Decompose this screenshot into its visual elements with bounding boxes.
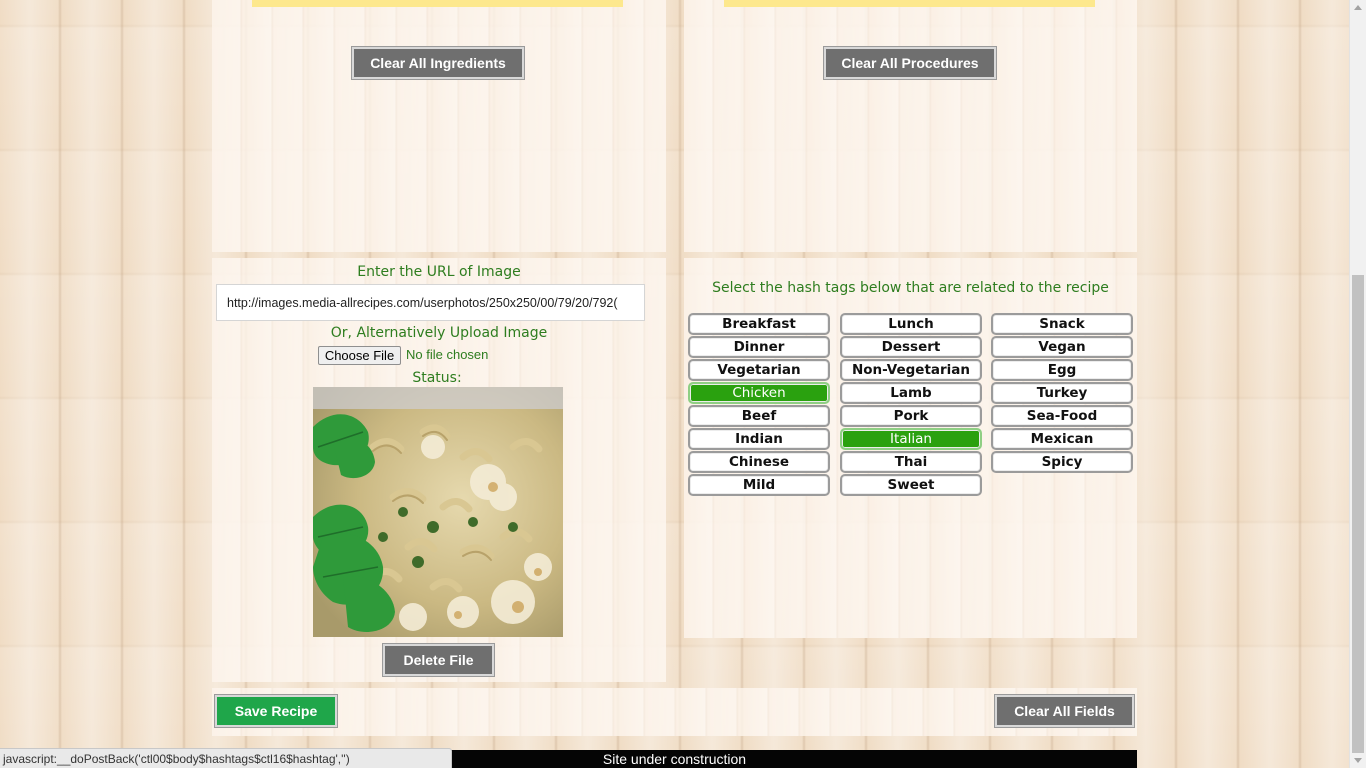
no-file-text: No file chosen [406,347,489,362]
clear-ingredients-button[interactable]: Clear All Ingredients [352,47,524,79]
tag-pork[interactable]: Pork [840,405,982,427]
tag-sweet[interactable]: Sweet [840,474,982,496]
tag-turkey[interactable]: Turkey [991,382,1133,404]
browser-status-url: javascript:__doPostBack('ctl00$body$hash… [0,748,452,768]
procedures-list-edge [724,0,1095,7]
choose-file-button[interactable]: Choose File [318,346,401,365]
tag-indian[interactable]: Indian [688,428,830,450]
recipe-photo-art [313,387,563,637]
tag-lunch[interactable]: Lunch [840,313,982,335]
tag-thai[interactable]: Thai [840,451,982,473]
tag-breakfast[interactable]: Breakfast [688,313,830,335]
clear-procedures-button[interactable]: Clear All Procedures [824,47,996,79]
scroll-up-arrow-icon[interactable] [1354,5,1362,10]
page-scrollbar[interactable] [1349,0,1366,768]
delete-file-button[interactable]: Delete File [383,644,494,676]
hashtags-prompt: Select the hash tags below that are rela… [712,280,1109,296]
tag-chicken[interactable]: Chicken [688,382,830,404]
recipe-photo [313,387,563,637]
tag-sea-food[interactable]: Sea-Food [991,405,1133,427]
tag-beef[interactable]: Beef [688,405,830,427]
tag-lamb[interactable]: Lamb [840,382,982,404]
ingredients-list-edge [252,0,623,7]
tag-non-vegetarian[interactable]: Non-Vegetarian [840,359,982,381]
url-prompt-label: Enter the URL of Image [357,264,521,280]
ingredients-panel [212,0,666,252]
tag-vegan[interactable]: Vegan [991,336,1133,358]
tag-vegetarian[interactable]: Vegetarian [688,359,830,381]
tag-mild[interactable]: Mild [688,474,830,496]
tag-chinese[interactable]: Chinese [688,451,830,473]
scroll-down-arrow-icon[interactable] [1354,758,1362,763]
tag-dessert[interactable]: Dessert [840,336,982,358]
tag-spicy[interactable]: Spicy [991,451,1133,473]
tag-egg[interactable]: Egg [991,359,1133,381]
status-label: Status: [412,370,462,386]
tag-italian[interactable]: Italian [840,428,982,450]
procedures-panel [684,0,1137,252]
scroll-thumb[interactable] [1352,275,1364,753]
upload-prompt-label: Or, Alternatively Upload Image [330,325,548,341]
tag-snack[interactable]: Snack [991,313,1133,335]
tag-dinner[interactable]: Dinner [688,336,830,358]
tag-mexican[interactable]: Mexican [991,428,1133,450]
clear-all-fields-button[interactable]: Clear All Fields [995,695,1134,727]
save-recipe-button[interactable]: Save Recipe [215,695,337,727]
image-url-input[interactable]: http://images.media-allrecipes.com/userp… [216,284,645,321]
